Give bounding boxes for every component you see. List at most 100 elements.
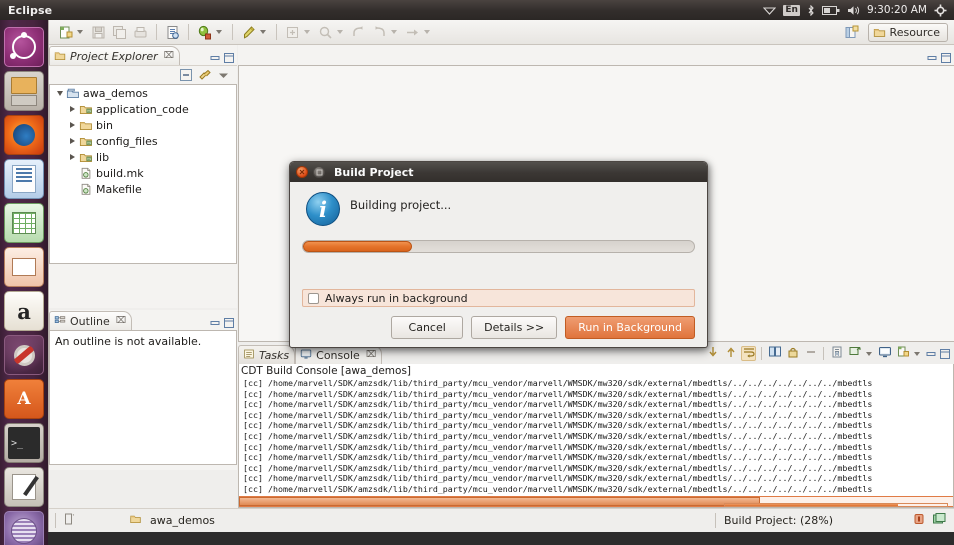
twisty-collapsed-icon[interactable] <box>67 122 78 128</box>
next-annot-button[interactable] <box>402 23 422 42</box>
maximize-icon[interactable] <box>223 317 234 328</box>
status-progress-label[interactable]: Build Project: (28%) <box>724 514 833 527</box>
minimize-icon[interactable] <box>209 317 220 328</box>
back-button[interactable] <box>348 23 368 42</box>
maximize-icon[interactable] <box>940 52 951 63</box>
search-button[interactable] <box>315 23 335 42</box>
build-all-button[interactable] <box>162 23 182 42</box>
new-wizard-dropdown-arrow[interactable] <box>77 30 83 34</box>
link-with-editor-icon[interactable] <box>197 68 212 83</box>
perspective-resource-button[interactable]: Resource <box>868 23 948 42</box>
always-run-in-background-checkbox[interactable] <box>308 293 319 304</box>
session-menu-icon[interactable] <box>934 4 947 17</box>
tree-item-awa-demos[interactable]: awa_demos <box>50 85 236 101</box>
next-annot-dropdown-arrow[interactable] <box>424 30 430 34</box>
twisty-expanded-icon[interactable] <box>54 91 65 96</box>
launcher-libreoffice-writer-icon[interactable] <box>4 159 44 199</box>
launcher-ubuntu-software-icon[interactable]: A <box>4 379 44 419</box>
open-perspective-icon[interactable] <box>842 23 862 42</box>
keyboard-layout-indicator[interactable]: En <box>783 5 800 16</box>
tree-item-makefile[interactable]: Makefile <box>50 181 236 197</box>
launcher-help-globe-icon[interactable] <box>4 511 44 545</box>
launcher-text-editor-icon[interactable] <box>4 467 44 507</box>
open-console-button[interactable] <box>877 346 892 361</box>
display-console-button[interactable] <box>847 346 862 361</box>
collapse-all-icon[interactable] <box>178 68 193 83</box>
minimize-window-button[interactable] <box>313 166 325 178</box>
new-wizard-button[interactable] <box>55 23 75 42</box>
launcher-files-icon[interactable] <box>4 71 44 111</box>
battery-icon[interactable] <box>822 6 840 15</box>
bluetooth-icon[interactable] <box>807 5 815 16</box>
show-progress-view-icon[interactable] <box>933 513 946 528</box>
run-dropdown-arrow[interactable] <box>260 30 266 34</box>
minimize-icon[interactable] <box>926 52 937 63</box>
show-console-button[interactable] <box>803 346 818 361</box>
tree-item-build-mk[interactable]: build.mk <box>50 165 236 181</box>
pin-button[interactable]: M <box>829 346 844 361</box>
launcher-terminal-icon[interactable]: >_ <box>4 423 44 463</box>
forward-dropdown-arrow[interactable] <box>391 30 397 34</box>
run-button[interactable] <box>238 23 258 42</box>
clock[interactable]: 9:30:20 AM <box>867 4 927 16</box>
console-body[interactable]: CDT Build Console [awa_demos] [cc] /home… <box>238 364 954 508</box>
twisty-collapsed-icon[interactable] <box>67 106 78 112</box>
tab-project-explorer[interactable]: Project Explorer ⌧ <box>49 46 180 65</box>
always-run-in-background-row[interactable]: Always run in background <box>302 289 695 307</box>
new-console-button-dropdown-arrow[interactable] <box>914 352 920 356</box>
wrap-button[interactable] <box>741 346 756 361</box>
new-class-button[interactable] <box>282 23 302 42</box>
tree-item-bin[interactable]: bin <box>50 117 236 133</box>
tree-item-lib[interactable]: lib <box>50 149 236 165</box>
clear-console-button[interactable] <box>767 346 782 361</box>
save-all-button[interactable] <box>109 23 129 42</box>
twisty-collapsed-icon[interactable] <box>67 138 78 144</box>
app-menu-title[interactable]: Eclipse <box>8 4 52 17</box>
run-in-background-button[interactable]: Run in Background <box>565 316 695 339</box>
volume-icon[interactable] <box>847 5 860 16</box>
close-icon[interactable]: ⌧ <box>366 350 376 360</box>
stop-build-icon[interactable] <box>913 513 925 528</box>
project-tree[interactable]: awa_demosapplication_codebinconfig_files… <box>49 84 237 264</box>
view-menu-icon[interactable] <box>216 68 231 83</box>
tree-item-config-files[interactable]: config_files <box>50 133 236 149</box>
forward-button[interactable] <box>369 23 389 42</box>
wifi-icon[interactable] <box>763 5 776 15</box>
details-button[interactable]: Details >> <box>471 316 557 339</box>
maximize-icon[interactable] <box>223 52 234 63</box>
close-window-button[interactable] <box>296 166 308 178</box>
launcher-firefox-icon[interactable] <box>4 115 44 155</box>
launcher-system-settings-icon[interactable] <box>4 335 44 375</box>
status-right: Build Project: (28%) <box>715 513 954 528</box>
console-output[interactable]: [cc] /home/marvell/SDK/amzsdk/lib/third_… <box>239 377 953 495</box>
launcher-libreoffice-calc-icon[interactable] <box>4 203 44 243</box>
unity-top-panel: Eclipse En 9:30:20 AM <box>0 0 954 20</box>
minimize-icon[interactable] <box>925 348 936 359</box>
search-dropdown-arrow[interactable] <box>337 30 343 34</box>
tab-outline[interactable]: Outline ⌧ <box>49 311 132 330</box>
maximize-icon[interactable] <box>939 348 950 359</box>
twisty-collapsed-icon[interactable] <box>67 154 78 160</box>
pin-console-button[interactable] <box>723 346 738 361</box>
launcher-ubuntu-dash-icon[interactable] <box>4 27 44 67</box>
minimize-icon[interactable] <box>209 52 220 63</box>
tree-item-application-code[interactable]: application_code <box>50 101 236 117</box>
dialog-titlebar[interactable]: Build Project <box>290 162 707 182</box>
debug-dropdown-arrow[interactable] <box>216 30 222 34</box>
toggle-lock-button[interactable] <box>785 346 800 361</box>
save-button[interactable] <box>88 23 108 42</box>
cancel-button[interactable]: Cancel <box>391 316 463 339</box>
clear-console-icon <box>769 346 781 361</box>
close-icon[interactable]: ⌧ <box>116 316 126 326</box>
launcher-libreoffice-impress-icon[interactable] <box>4 247 44 287</box>
launcher-amazon-icon[interactable]: a <box>4 291 44 331</box>
tab-tasks[interactable]: Tasks <box>238 345 295 364</box>
new-class-dropdown-arrow[interactable] <box>304 30 310 34</box>
print-button[interactable] <box>130 23 150 42</box>
scrollbar-thumb[interactable] <box>239 497 760 506</box>
debug-button[interactable] <box>194 23 214 42</box>
close-icon[interactable]: ⌧ <box>164 51 174 61</box>
toolbar-separator-2 <box>188 24 189 40</box>
display-console-button-dropdown-arrow[interactable] <box>866 352 872 356</box>
new-console-button[interactable] <box>895 346 910 361</box>
